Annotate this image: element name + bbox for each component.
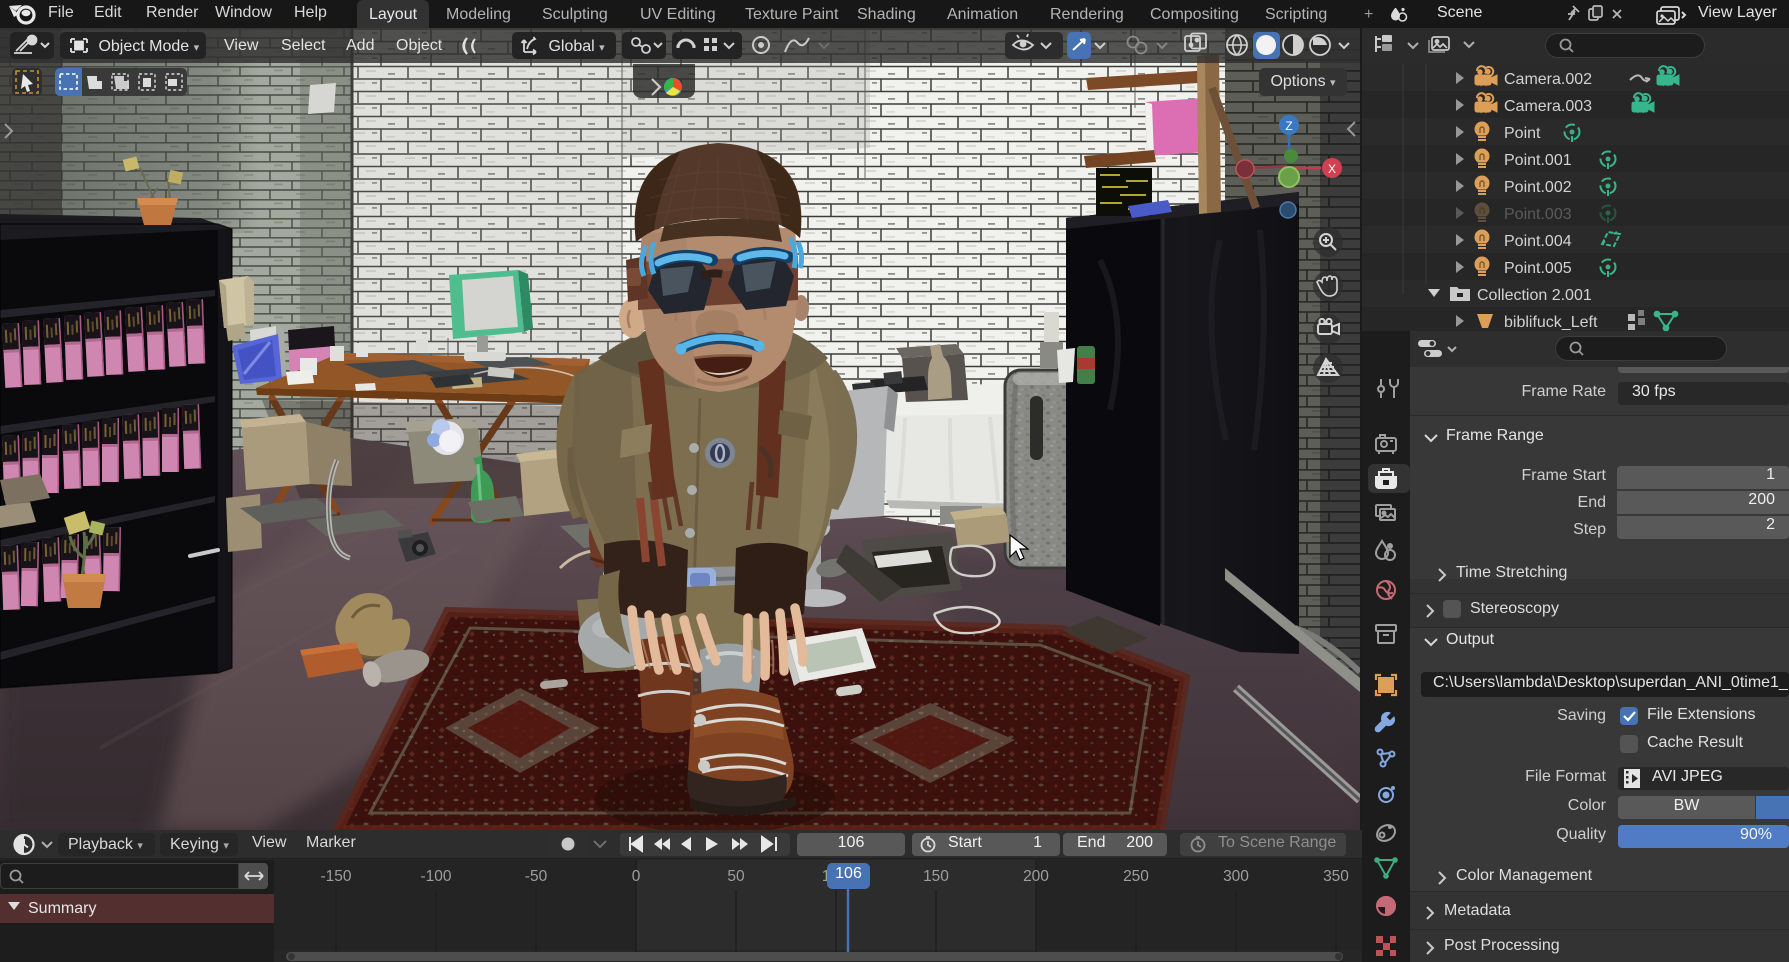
svg-text:0: 0 bbox=[632, 868, 641, 885]
svg-text:Camera.003: Camera.003 bbox=[1504, 98, 1592, 115]
svg-text:X: X bbox=[1328, 162, 1336, 176]
svg-text:Point.002: Point.002 bbox=[1504, 179, 1572, 196]
svg-text:300: 300 bbox=[1223, 868, 1249, 885]
svg-text:-150: -150 bbox=[320, 868, 351, 885]
svg-text:Point: Point bbox=[1504, 125, 1541, 142]
svg-text:350: 350 bbox=[1323, 868, 1349, 885]
svg-text:Z: Z bbox=[1285, 119, 1292, 133]
svg-text:50: 50 bbox=[727, 868, 745, 885]
svg-text:biblifuck_Left: biblifuck_Left bbox=[1504, 314, 1598, 331]
svg-text:Collection 2.001: Collection 2.001 bbox=[1477, 287, 1592, 304]
svg-text:-50: -50 bbox=[525, 868, 548, 885]
svg-text:Point.004: Point.004 bbox=[1504, 233, 1572, 250]
svg-text:-100: -100 bbox=[420, 868, 451, 885]
svg-text:Camera.002: Camera.002 bbox=[1504, 71, 1592, 88]
svg-text:150: 150 bbox=[923, 868, 949, 885]
svg-text:250: 250 bbox=[1123, 868, 1149, 885]
svg-text:Point.005: Point.005 bbox=[1504, 260, 1572, 277]
svg-text:Point.003: Point.003 bbox=[1504, 206, 1572, 223]
svg-text:200: 200 bbox=[1023, 868, 1049, 885]
svg-text:Point.001: Point.001 bbox=[1504, 152, 1572, 169]
